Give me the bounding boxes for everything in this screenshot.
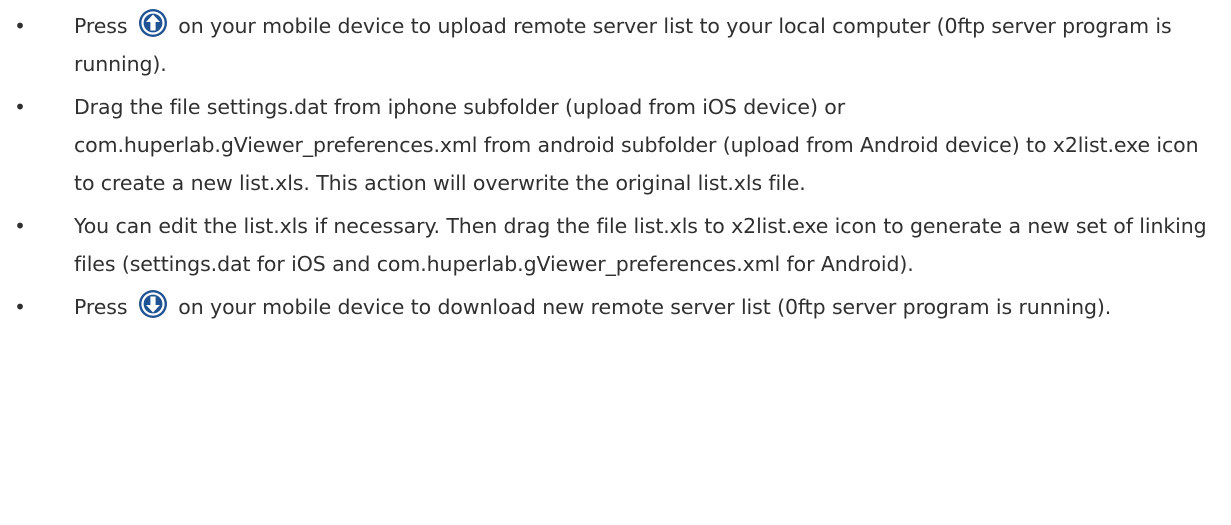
item-text-after-icon: on your mobile device to upload remote s… xyxy=(74,14,1172,76)
download-arrow-circle-icon xyxy=(138,289,168,319)
item-text-before-icon: Press xyxy=(74,14,128,38)
upload-arrow-circle-icon xyxy=(138,8,168,38)
bullet: • xyxy=(14,214,26,238)
bullet: • xyxy=(14,295,26,319)
bullet: • xyxy=(14,95,26,119)
item-text: Drag the file settings.dat from iphone s… xyxy=(74,95,1199,195)
list-item-edit-list-step: • You can edit the list.xls if necessary… xyxy=(0,207,1231,283)
list-item-upload-step: • Press on your mobile device to upload … xyxy=(0,0,1231,83)
item-text-before-icon: Press xyxy=(74,295,128,319)
list-item-download-step: • Press on your mobile device to downloa… xyxy=(0,288,1231,326)
bullet: • xyxy=(14,14,26,38)
item-text: You can edit the list.xls if necessary. … xyxy=(74,214,1207,276)
instruction-list: • Press on your mobile device to upload … xyxy=(0,0,1231,331)
item-text-after-icon: on your mobile device to download new re… xyxy=(178,295,1112,319)
list-item-drag-settings-step: • Drag the file settings.dat from iphone… xyxy=(0,88,1231,202)
